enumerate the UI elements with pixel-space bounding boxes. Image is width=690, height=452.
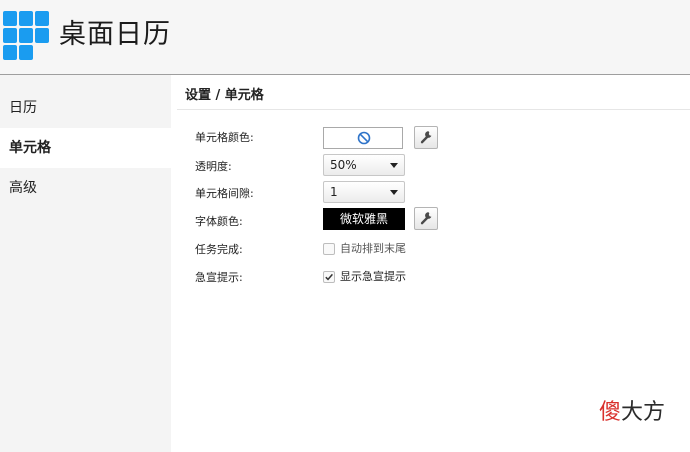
caret-down-icon (390, 190, 398, 195)
urgent-hint-label: 急宣提示: (195, 271, 243, 284)
opacity-label: 透明度: (195, 160, 232, 173)
wrench-icon (420, 131, 432, 144)
checkbox[interactable] (323, 271, 335, 283)
breadcrumb: 设置 / 单元格 (185, 88, 264, 103)
watermark-logo: 傻大方 (599, 398, 665, 428)
cell-spacing-value: 1 (330, 185, 338, 199)
font-color-settings-button[interactable] (414, 207, 438, 230)
sidebar-item-cell[interactable]: 单元格 (0, 128, 171, 168)
font-color-sample[interactable]: 微软雅黑 (323, 208, 405, 230)
cell-color-picker[interactable] (323, 127, 403, 149)
sidebar-item-calendar[interactable]: 日历 (0, 88, 171, 128)
app-title: 桌面日历 (59, 19, 171, 50)
app-header: 桌面日历 (0, 0, 690, 75)
show-urgent-hint-label: 显示急宣提示 (340, 270, 406, 283)
sidebar: 日历 单元格 高级 (0, 75, 171, 452)
watermark-part2: 大方 (621, 400, 666, 425)
cell-color-settings-button[interactable] (414, 126, 438, 149)
settings-panel: 设置 / 单元格 单元格颜色: 透明度: 50% 单元格间隙: 1 字体颜色: … (171, 75, 690, 452)
grid-logo-icon (3, 11, 50, 60)
cell-color-label: 单元格颜色: (195, 131, 254, 144)
checkbox[interactable] (323, 243, 335, 255)
task-done-label: 任务完成: (195, 243, 243, 256)
divider (177, 109, 690, 110)
caret-down-icon (390, 163, 398, 168)
font-color-label: 字体颜色: (195, 215, 243, 228)
cell-spacing-select[interactable]: 1 (323, 181, 405, 203)
wrench-icon (420, 212, 432, 225)
sidebar-item-advanced[interactable]: 高级 (0, 168, 171, 208)
opacity-select[interactable]: 50% (323, 154, 405, 176)
app-window: 桌面日历 日历 单元格 高级 设置 / 单元格 单元格颜色: 透明度: 50% (0, 0, 690, 452)
auto-move-to-end-label: 自动排到末尾 (340, 242, 406, 255)
no-color-icon (357, 131, 371, 145)
checkmark-icon (325, 273, 333, 281)
opacity-value: 50% (330, 158, 357, 172)
watermark-part1: 傻 (599, 400, 622, 425)
cell-spacing-label: 单元格间隙: (195, 187, 254, 200)
